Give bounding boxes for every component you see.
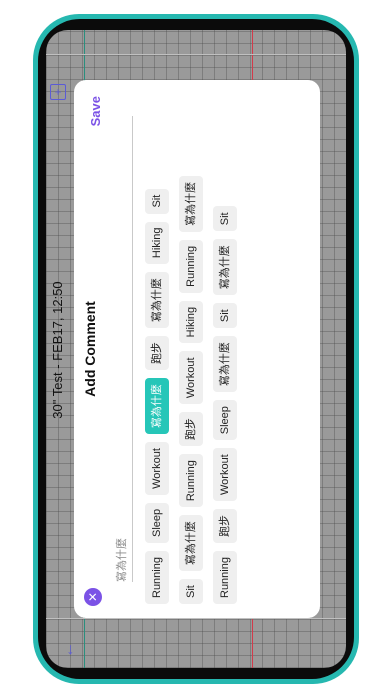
page-title: 30" Test - FEB17, 12:50 [50, 281, 65, 419]
tag-chip[interactable]: 跑步 [145, 336, 169, 371]
tag-chip[interactable]: 寫為什麼 [213, 239, 237, 296]
save-button[interactable]: Save [88, 96, 103, 126]
tag-chip[interactable]: Hiking [145, 221, 169, 265]
add-comment-dialog: ✕ Add Comment Save Running Sleep Workout… [74, 80, 320, 618]
tag-chip[interactable]: Workout [213, 448, 237, 502]
tag-chip[interactable]: 寫為什麼 [145, 272, 169, 329]
tag-chip[interactable]: Sleep [145, 502, 169, 544]
chip-row-1: Running Sleep Workout 寫為什麼 跑步 寫為什麼 Hikin… [144, 181, 170, 604]
tag-chip[interactable]: Sit [145, 188, 169, 214]
dialog-title: Add Comment [82, 301, 98, 397]
tag-chip[interactable]: Running [145, 551, 169, 604]
add-note-icon[interactable]: + [50, 84, 66, 100]
tag-chip[interactable]: 跑步 [179, 412, 203, 447]
tag-chip[interactable]: Running [213, 551, 237, 604]
comment-input[interactable] [112, 116, 133, 582]
chip-row-2: Sit 寫為什麼 Running 跑步 Workout Hiking Runni… [178, 168, 204, 604]
tag-chip[interactable]: 寫為什麼 [179, 515, 203, 572]
tag-chip[interactable]: 寫為什麼 [179, 175, 203, 232]
landscape-view: ← 30" Test - FEB17, 12:50 + ✕ Add Commen… [46, 32, 346, 668]
tag-chip[interactable]: Hiking [179, 300, 203, 344]
tag-chip[interactable]: Sit [213, 303, 237, 329]
tag-chip[interactable]: Workout [145, 442, 169, 495]
tag-chip[interactable]: Sit [179, 579, 203, 604]
tag-chip[interactable]: Running [179, 454, 203, 508]
tag-chip[interactable]: Sit [213, 206, 237, 232]
tag-chip-selected[interactable]: 寫為什麼 [145, 378, 169, 435]
chip-row-3: Running 跑步 Workout Sleep 寫為什麼 Sit 寫為什麼 S… [212, 198, 238, 604]
tag-chip[interactable]: Running [179, 239, 203, 293]
tag-chip[interactable]: Workout [179, 351, 203, 405]
tag-chip[interactable]: Sleep [213, 400, 237, 441]
tag-chip[interactable]: 寫為什麼 [213, 336, 237, 393]
tag-chip[interactable]: 跑步 [213, 509, 237, 544]
